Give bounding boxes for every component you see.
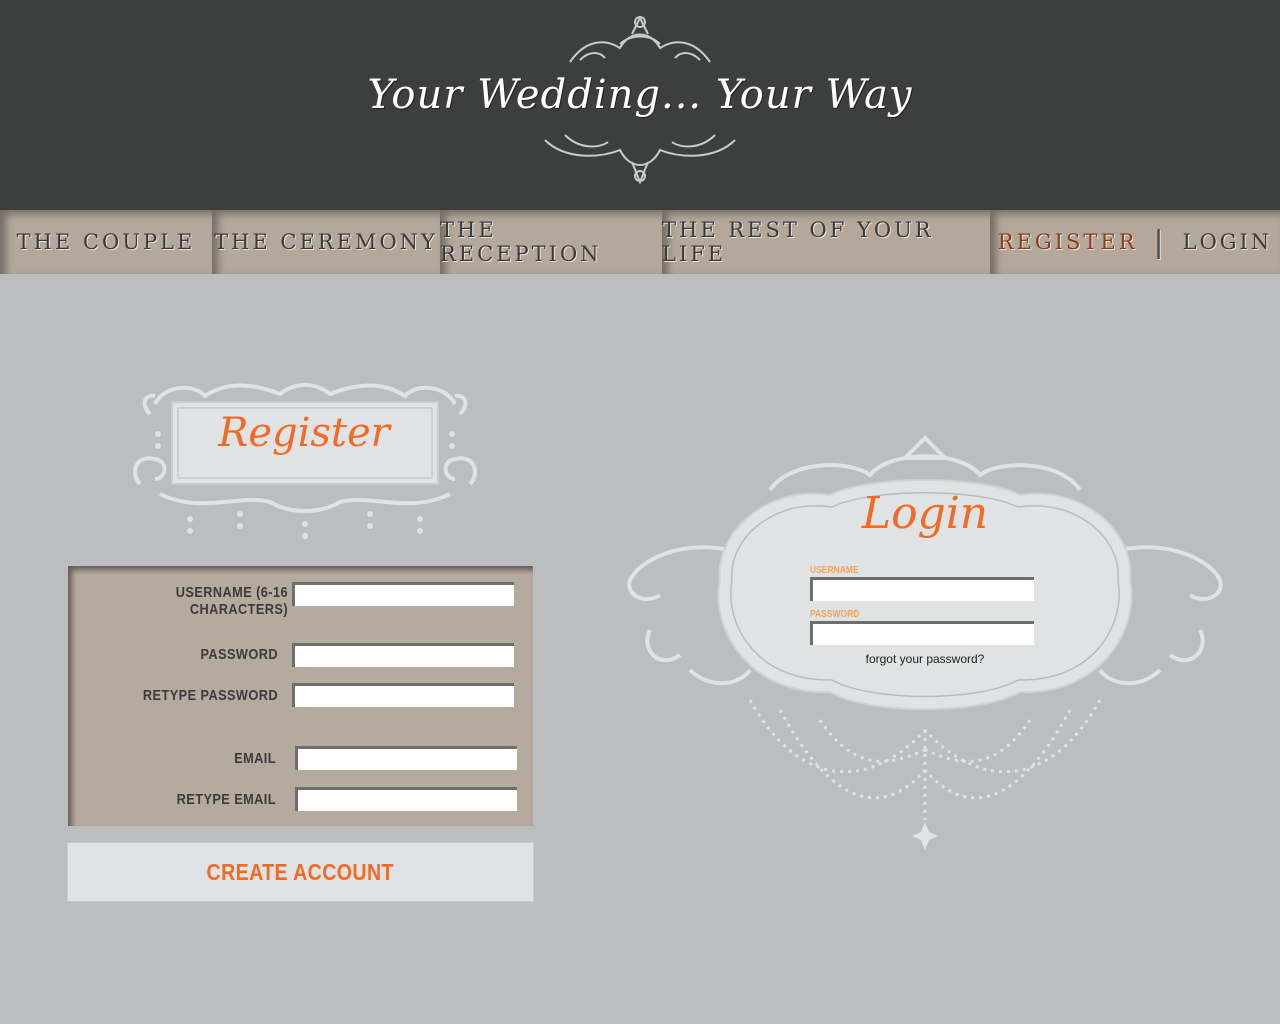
- register-retype-email-input[interactable]: [295, 787, 517, 811]
- create-account-button[interactable]: CREATE ACCOUNT: [67, 842, 534, 902]
- site-header: Your Wedding... Your Way: [0, 0, 1280, 210]
- password-label: PASSWORD: [200, 646, 278, 663]
- username-label: USERNAME (6-16 CHARACTERS): [175, 584, 288, 618]
- nav-item-the-ceremony[interactable]: THE CEREMONY: [212, 210, 440, 274]
- login-password-label: PASSWORD: [810, 609, 860, 620]
- register-username-input[interactable]: [292, 582, 514, 606]
- nav-item-the-reception[interactable]: THE RECEPTION: [440, 210, 662, 274]
- register-heading: Register: [218, 410, 390, 456]
- register-form: USERNAME (6-16 CHARACTERS) PASSWORD RETY…: [68, 566, 533, 826]
- retype-email-label: RETYPE EMAIL: [176, 791, 276, 808]
- nav-register-link[interactable]: REGISTER: [998, 230, 1138, 254]
- email-label: EMAIL: [234, 750, 276, 767]
- nav-item-the-rest-of-your-life[interactable]: THE REST OF YOUR LIFE: [662, 210, 990, 274]
- main-nav: THE COUPLE THE CEREMONY THE RECEPTION TH…: [0, 210, 1280, 274]
- site-title: Your Wedding... Your Way: [367, 72, 913, 118]
- nav-item-account: REGISTER | LOGIN: [990, 210, 1280, 274]
- login-username-label: USERNAME: [810, 565, 859, 576]
- register-email-input[interactable]: [295, 746, 517, 770]
- forgot-password-link[interactable]: forgot your password?: [820, 652, 1030, 666]
- create-account-label: CREATE ACCOUNT: [206, 858, 395, 885]
- nav-item-the-couple[interactable]: THE COUPLE: [0, 210, 212, 274]
- nav-separator: |: [1153, 224, 1167, 260]
- register-frame-ornament-icon: [133, 383, 477, 539]
- login-username-input[interactable]: [810, 577, 1034, 601]
- register-password-input[interactable]: [292, 643, 514, 667]
- retype-password-label: RETYPE PASSWORD: [142, 687, 278, 704]
- login-password-input[interactable]: [810, 621, 1034, 645]
- nav-login-link[interactable]: LOGIN: [1183, 230, 1273, 254]
- login-heading: Login: [861, 488, 989, 539]
- register-retype-password-input[interactable]: [292, 683, 514, 707]
